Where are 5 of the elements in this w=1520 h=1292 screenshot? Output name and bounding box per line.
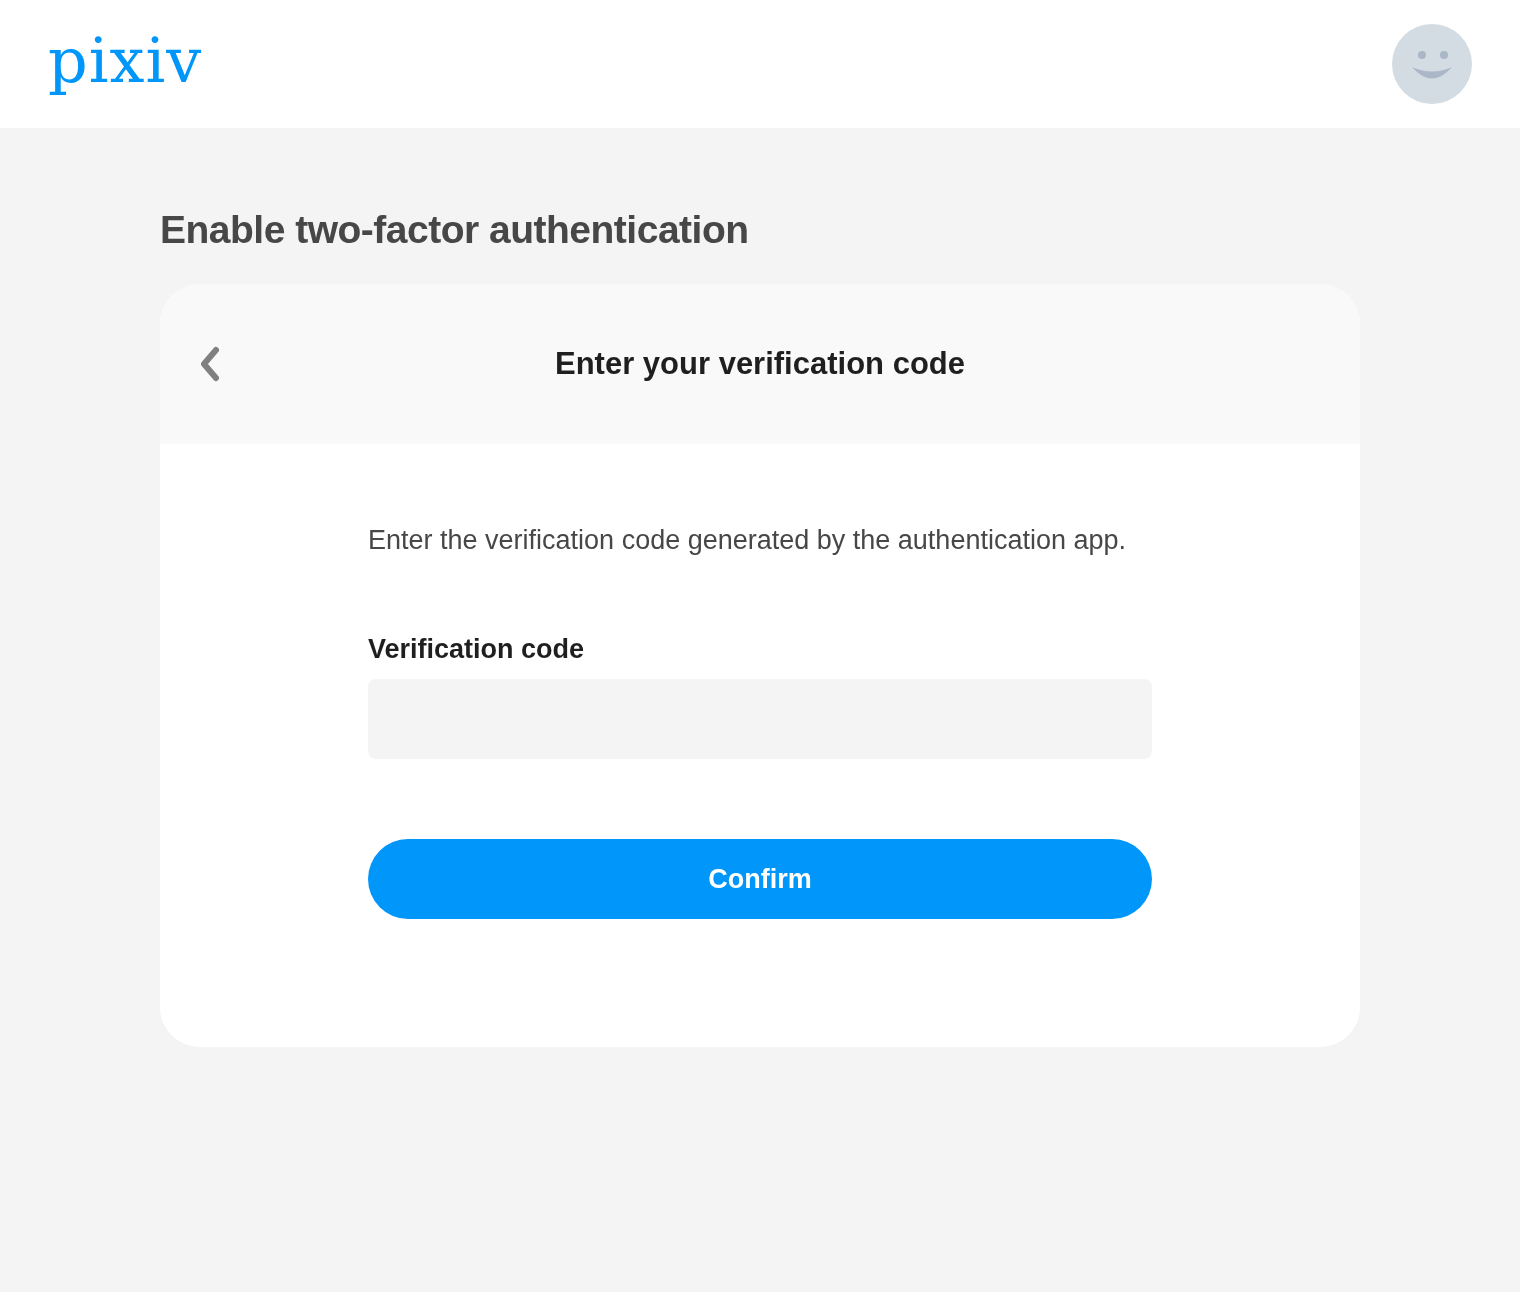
card-title: Enter your verification code bbox=[555, 346, 965, 382]
page-title: Enable two-factor authentication bbox=[160, 207, 750, 253]
confirm-button[interactable]: Confirm bbox=[368, 839, 1152, 919]
field-label: Verification code bbox=[368, 634, 585, 665]
description-text: Enter the verification code generated by the authentication app. bbox=[368, 524, 1127, 557]
